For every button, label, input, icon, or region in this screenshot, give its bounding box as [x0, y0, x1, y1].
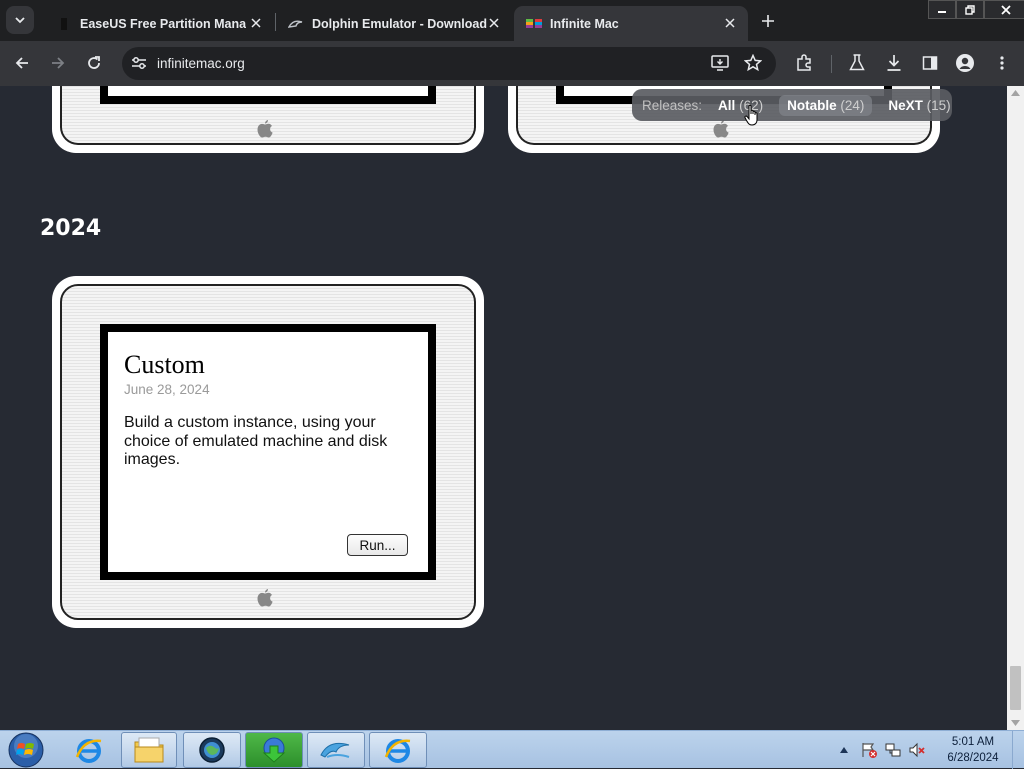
idm-icon [262, 737, 286, 763]
internet-explorer-icon [384, 739, 411, 763]
plus-icon [762, 15, 774, 27]
volume-muted-icon[interactable] [908, 741, 926, 759]
releases-label: Releases: [642, 97, 703, 113]
minimize-button[interactable] [928, 0, 956, 19]
taskbar-explorer[interactable] [121, 732, 177, 768]
scroll-up-icon[interactable] [1011, 90, 1020, 96]
apple-logo-icon [257, 589, 273, 607]
dolphin-icon [288, 16, 304, 32]
filter-all-button[interactable]: All (62) [710, 95, 771, 116]
menu-button[interactable] [988, 49, 1016, 77]
arrow-right-icon [52, 57, 65, 69]
tab-strip: EaseUS Free Partition Manager Dolphin Em… [0, 0, 1024, 41]
flask-icon [849, 54, 865, 71]
infinite-mac-icon [526, 16, 542, 32]
reload-button[interactable] [80, 49, 108, 77]
year-heading: 2024 [40, 216, 102, 241]
tab-title: Infinite Mac [550, 16, 619, 31]
close-window-button[interactable] [984, 0, 1024, 19]
globe-app-icon [199, 737, 225, 763]
arrow-left-icon [15, 57, 28, 69]
action-center-flag-icon[interactable] [860, 741, 878, 759]
tab-infinite-mac[interactable]: Infinite Mac [514, 6, 748, 41]
tab-title: EaseUS Free Partition Manager [80, 16, 246, 31]
scrollbar-thumb[interactable] [1010, 666, 1021, 710]
clock-time: 5:01 AM [951, 736, 995, 748]
puzzle-icon [797, 54, 811, 71]
run-button[interactable]: Run... [347, 534, 408, 556]
taskbar-ie-active[interactable] [369, 732, 427, 768]
tab-search-button[interactable] [6, 6, 34, 34]
toolbar-divider [831, 55, 832, 73]
mac-card-custom[interactable]: Custom June 28, 2024 Build a custom inst… [52, 276, 484, 628]
taskbar-clock[interactable]: 5:01 AM 6/28/2024 [940, 734, 1006, 766]
windows-taskbar: 5:01 AM 6/28/2024 [0, 730, 1024, 769]
minimize-icon [938, 10, 946, 13]
window-controls [928, 0, 1024, 19]
tab-easeus[interactable]: EaseUS Free Partition Manager [44, 6, 274, 41]
address-bar[interactable]: infinitemac.org [122, 47, 776, 80]
profile-button[interactable] [951, 49, 979, 77]
taskbar-globe-app[interactable] [183, 732, 241, 768]
card-description: Build a custom instance, using your choi… [124, 414, 388, 468]
labs-button[interactable] [843, 49, 871, 77]
restore-icon [965, 4, 975, 15]
reload-icon [88, 56, 100, 69]
filter-next-button[interactable]: NeXT (15) [880, 95, 958, 116]
internet-explorer-icon [75, 739, 102, 763]
download-icon [887, 55, 901, 71]
downloads-button[interactable] [880, 49, 908, 77]
chevron-down-icon [15, 17, 25, 24]
windows-explorer-icon [134, 737, 164, 763]
show-desktop-button[interactable] [1012, 731, 1024, 769]
network-icon[interactable] [884, 741, 902, 759]
mac-card-partial[interactable] [52, 86, 484, 153]
close-tab-icon[interactable] [722, 15, 738, 31]
page-content: Releases: All (62) Notable (24) NeXT (15… [0, 86, 1007, 730]
tab-dolphin[interactable]: Dolphin Emulator - Download [276, 6, 512, 41]
mac-screen: Custom June 28, 2024 Build a custom inst… [100, 324, 436, 580]
url-text: infinitemac.org [157, 56, 245, 71]
apple-logo-icon [713, 120, 729, 138]
side-panel-button[interactable] [916, 49, 944, 77]
close-icon [1000, 4, 1011, 15]
taskbar-dolphin[interactable] [307, 732, 365, 768]
profile-avatar-icon [956, 54, 974, 72]
dolphin-app-icon [320, 742, 350, 758]
page-scrollbar[interactable] [1007, 86, 1024, 730]
install-app-icon[interactable] [710, 54, 730, 77]
side-panel-icon [922, 56, 938, 70]
easeus-icon [56, 16, 72, 32]
bookmark-star-icon[interactable] [743, 53, 763, 77]
clock-date: 6/28/2024 [947, 752, 999, 764]
card-date: June 28, 2024 [124, 382, 210, 397]
hand-cursor-icon [744, 104, 758, 126]
start-button[interactable] [6, 732, 46, 768]
mac-screen-content: Custom June 28, 2024 Build a custom inst… [108, 332, 428, 572]
scroll-down-icon[interactable] [1011, 720, 1020, 726]
taskbar-ie[interactable] [60, 732, 118, 768]
restore-button[interactable] [956, 0, 984, 19]
new-tab-button[interactable] [756, 9, 780, 33]
windows-start-orb-icon [8, 732, 44, 768]
filter-notable-button[interactable]: Notable (24) [779, 94, 873, 116]
close-tab-icon[interactable] [486, 15, 502, 31]
close-tab-icon[interactable] [248, 15, 264, 31]
browser-toolbar: infinitemac.org [0, 41, 1024, 86]
system-tray [840, 732, 926, 768]
site-info-icon[interactable] [130, 55, 148, 76]
releases-filter: Releases: All (62) Notable (24) NeXT (15… [632, 89, 952, 121]
forward-button[interactable] [44, 49, 72, 77]
tab-title: Dolphin Emulator - Download [312, 16, 487, 31]
taskbar-idm[interactable] [245, 732, 303, 768]
mac-screen [100, 86, 436, 104]
apple-logo-icon [257, 120, 273, 138]
back-button[interactable] [8, 49, 36, 77]
show-hidden-icons-icon[interactable] [840, 747, 848, 753]
more-vert-icon [1000, 56, 1004, 70]
extensions-button[interactable] [790, 49, 818, 77]
card-title: Custom [124, 350, 205, 379]
